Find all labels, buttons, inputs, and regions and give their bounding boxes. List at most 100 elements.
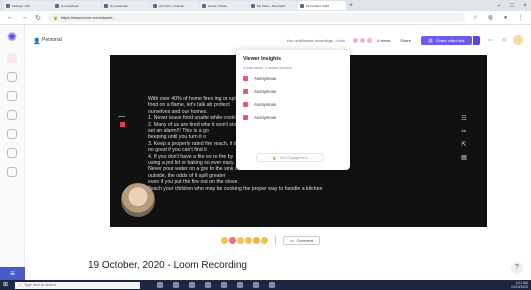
browser-tab[interactable]: (2) Inbox • Outlook [151,1,199,10]
browser-tab[interactable]: Home / Twitter [200,1,248,10]
url-text: https://www.loom.com/share/... [60,15,116,20]
link-icon: ⛓ [427,37,434,43]
close-window-button[interactable]: × [519,3,531,9]
browser-tab[interactable]: (1) Facebook [53,1,101,10]
taskbar: ⊞ ⌕ Type here to search 8:11 AM 10/19/20… [0,280,531,290]
sidebar-bottom-button[interactable]: ≡ [0,267,25,280]
views-count: 4 views [376,37,391,43]
profile-icon[interactable]: ● [501,15,510,21]
chapters-icon[interactable]: ☷ [460,115,468,122]
address-bar-row: ← → ↻ 🔒 https://www.loom.com/share/... ☆… [0,11,531,25]
windows-start-icon[interactable]: ⊞ [3,282,10,289]
forward-icon[interactable]: → [20,14,28,21]
share-dropdown-button[interactable] [472,35,480,45]
reload-icon[interactable]: ↻ [34,14,42,22]
popup-subtitle: 4 total views, 4 unique viewers [243,66,292,70]
browser-tab[interactable]: My Video - Recorded [249,1,297,10]
share-button[interactable]: Share [400,38,411,43]
viewer-row[interactable]: Anonymous [243,89,343,94]
word-icon[interactable] [253,282,259,288]
workspace-switcher[interactable]: 👤 Personal [33,37,62,45]
extension-icon[interactable]: ◍ [486,14,495,21]
store-icon[interactable] [205,282,211,288]
browser-tabstrip: Settings • IRL (1) Facebook (1) Facebook… [0,0,531,11]
comment-icon: ▭ [290,239,294,243]
app-icon[interactable] [269,282,275,288]
reaction-bar: ▭ Comment [221,236,321,245]
browser-tab[interactable]: Settings • IRL [4,1,52,10]
menu-icon[interactable]: ⋮ [516,14,525,21]
user-avatar[interactable] [513,35,523,45]
viewer-list: Anonymous Anonymous Anonymous Anonymous [243,76,343,120]
edge-icon[interactable] [173,282,179,288]
browser-tab[interactable]: (1) Facebook [102,1,150,10]
anonymous-viewer-icon [243,89,248,94]
taskbar-clock[interactable]: 8:11 AM 10/19/2020 [511,281,528,289]
divider [275,236,276,245]
trim-icon[interactable]: ✂ [460,128,468,135]
favicon-icon [202,3,206,8]
favicon-icon [300,3,304,8]
clap-emoji-icon[interactable] [245,237,252,244]
notifications-icon[interactable]: ☼ [502,37,508,43]
anonymous-viewer-icon [243,102,248,107]
favicon-icon [153,3,157,8]
popup-title: Viewer Insights [243,56,281,62]
thumbs-up-emoji-icon[interactable] [253,237,260,244]
minimize-button[interactable]: – [493,3,505,9]
sidebar: ✺ ≡ [0,25,25,280]
lock-icon: 🔒 [272,155,277,160]
undo-link[interactable]: Undo [335,38,345,43]
browser-tab-active[interactable]: 19 October, 2020 [298,1,346,10]
mail-icon[interactable] [221,282,227,288]
taskbar-apps [157,282,275,288]
settings-icon[interactable] [7,167,17,177]
lock-icon: 🔒 [53,15,58,20]
see-engagement-button[interactable]: 🔒 See Engagement [256,153,324,162]
laugh-emoji-icon[interactable] [221,237,228,244]
viewer-row[interactable]: Anonymous [243,76,343,81]
favicon-icon [55,3,59,8]
video-title[interactable]: 19 October, 2020 - Loom Recording [88,260,247,271]
search-icon: ⌕ [19,283,22,287]
bookmark-icon[interactable] [7,129,17,139]
webcam-bubble[interactable] [121,183,155,217]
library-icon[interactable] [7,110,17,120]
video-tools: ☷ ✂ ⇱ ▤ [460,115,468,161]
record-icon[interactable] [7,53,17,63]
anonymous-viewer-icon [243,115,248,120]
back-icon[interactable]: ← [6,14,14,21]
trash-icon[interactable] [7,148,17,158]
viewer-row[interactable]: Anonymous [243,115,343,120]
star-icon[interactable]: ☆ [471,14,480,21]
share-link-button[interactable]: ⛓ Share video link [420,35,472,45]
cta-icon[interactable]: ⇱ [460,141,468,148]
loom-page: Settings • IRL (1) Facebook (1) Facebook… [0,0,531,290]
team-icon[interactable] [7,91,17,101]
task-view-icon[interactable] [157,282,163,288]
address-bar[interactable]: 🔒 https://www.loom.com/share/... [48,13,465,22]
recording-marker [120,122,125,127]
loom-logo-icon[interactable]: ✺ [6,31,19,44]
file-explorer-icon[interactable] [189,282,195,288]
anonymous-viewer-icon [243,76,248,81]
viewer-avatar [366,37,372,43]
comment-button[interactable]: ▭ Comment [283,236,321,245]
cursor-marker [118,116,125,117]
chrome-icon[interactable] [237,282,243,288]
taskbar-search[interactable]: ⌕ Type here to search [15,281,140,289]
viewer-row[interactable]: Anonymous [243,102,343,107]
more-options-icon[interactable]: ⋯ [488,37,494,44]
maximize-button[interactable]: □ [506,3,518,9]
user-icon[interactable] [7,72,17,82]
new-tab-button[interactable]: + [347,3,355,9]
heart-emoji-icon[interactable] [229,237,236,244]
workspace-label: Personal [42,37,62,43]
help-button[interactable]: ? [511,262,523,274]
raised-hands-emoji-icon[interactable] [261,237,268,244]
views-button[interactable]: 4 views [352,37,391,43]
person-icon: 👤 [33,38,41,45]
transcript-icon[interactable]: ▤ [460,154,468,161]
smile-emoji-icon[interactable] [237,237,244,244]
favicon-icon [6,3,10,8]
